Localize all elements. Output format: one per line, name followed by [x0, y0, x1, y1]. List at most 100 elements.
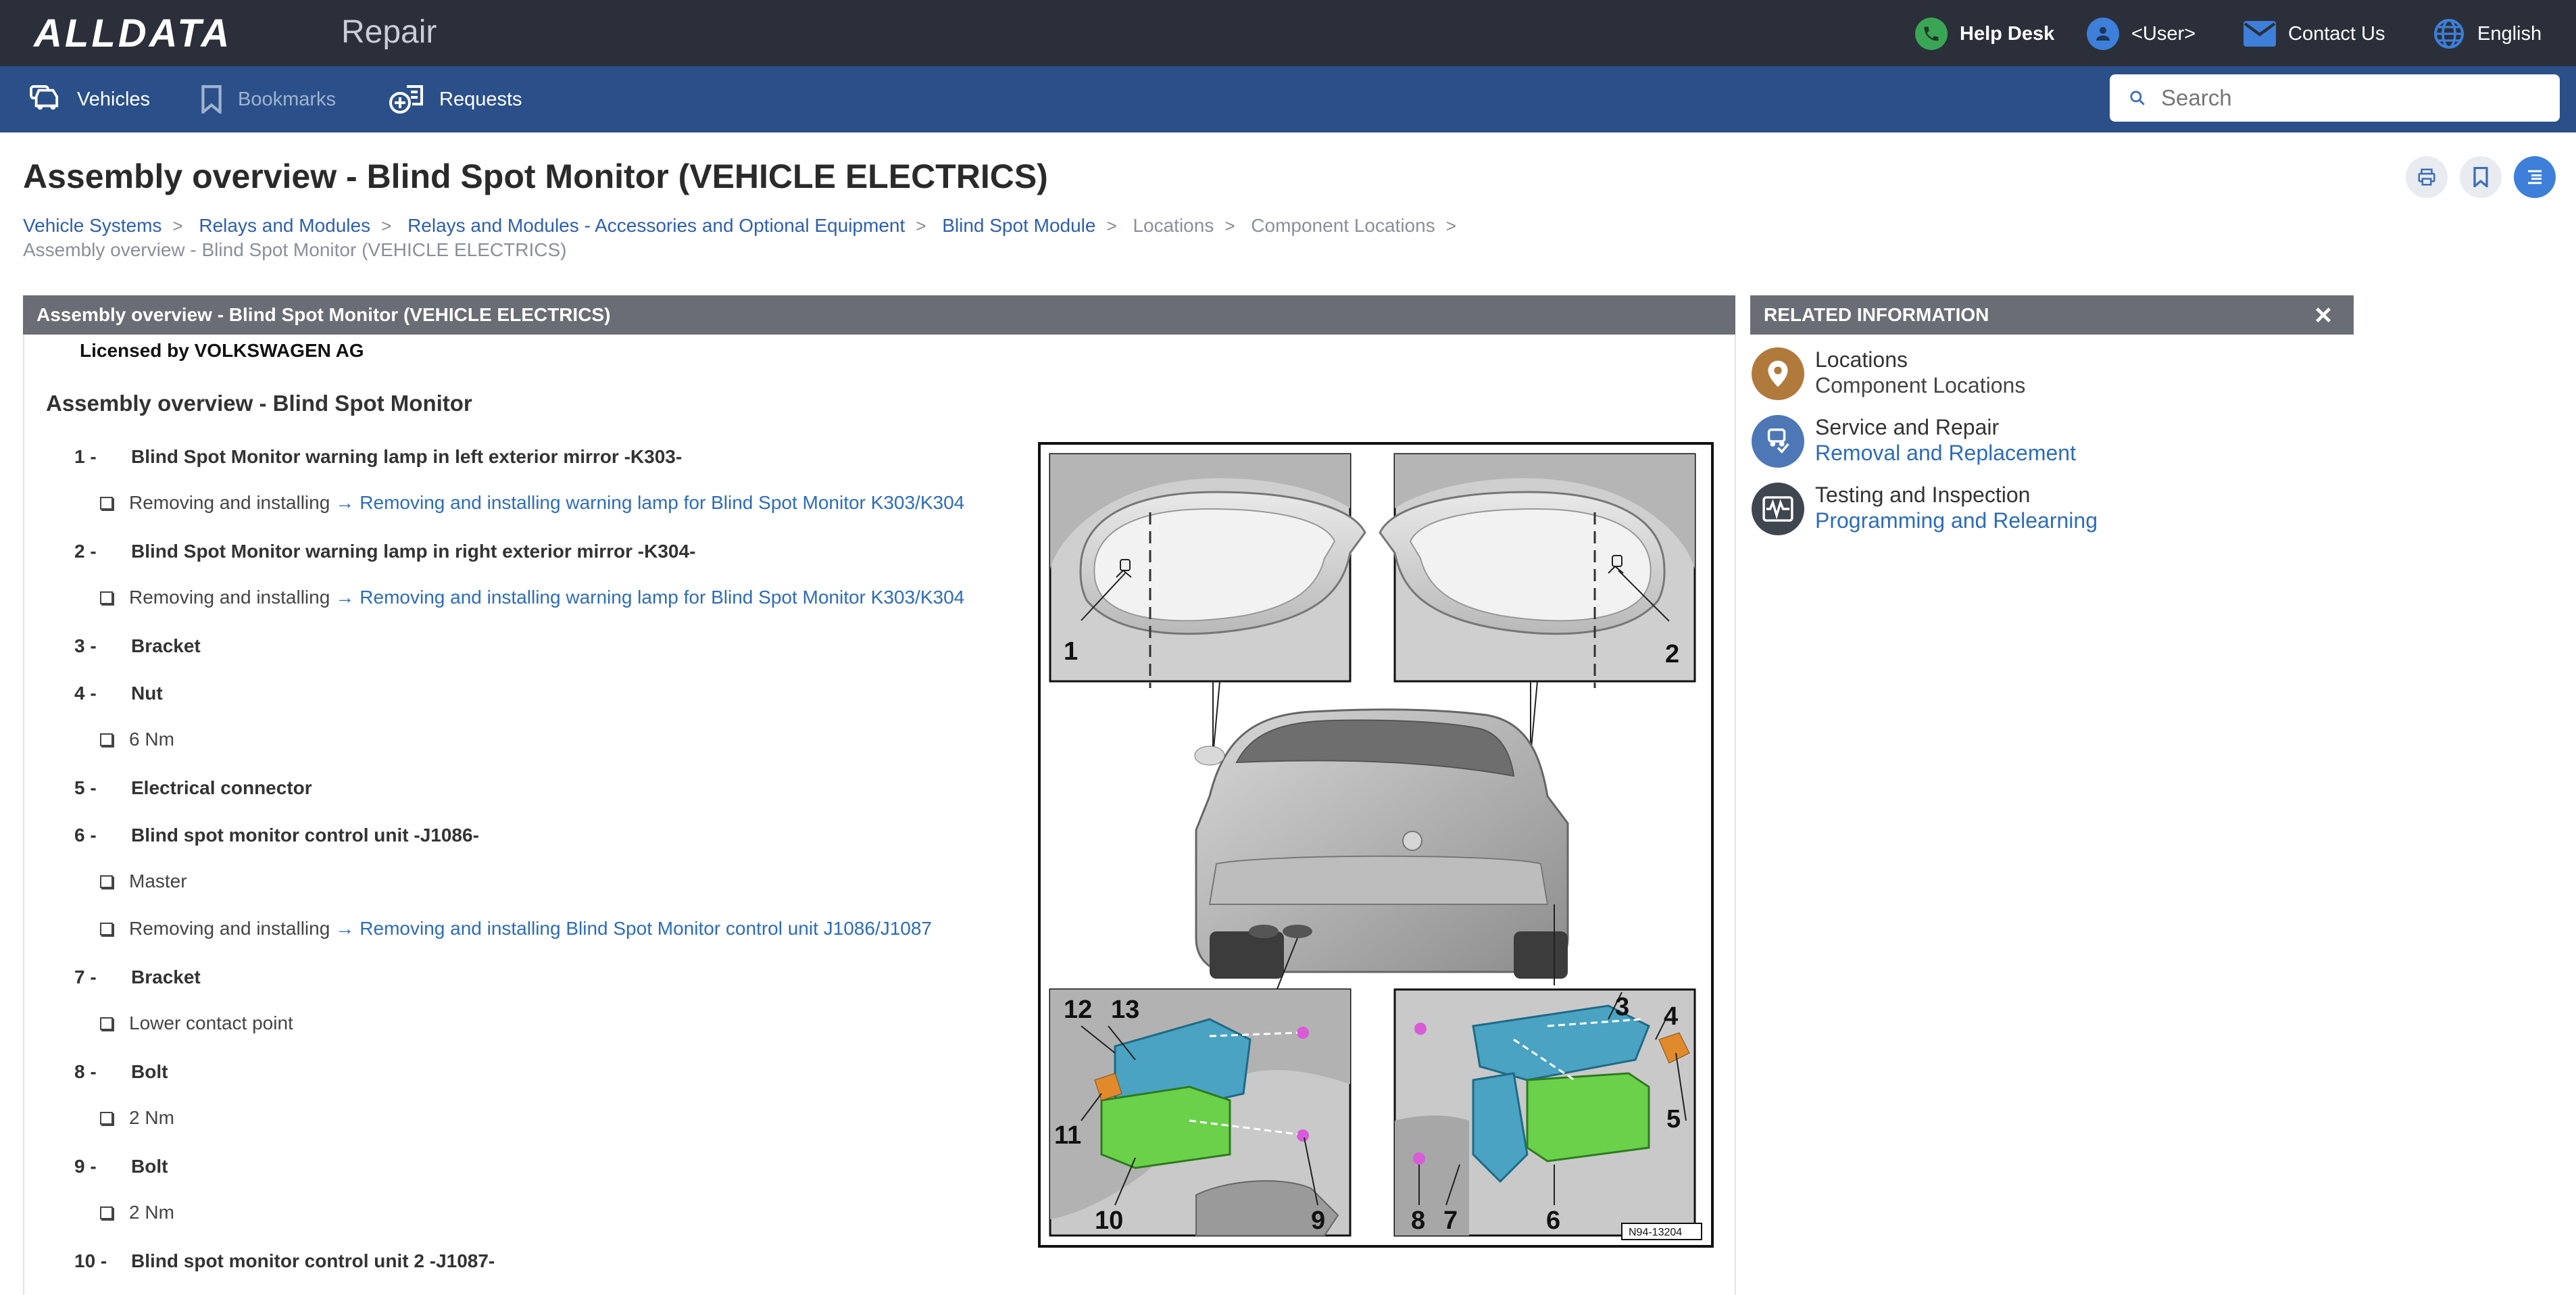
item-label: Bracket	[131, 967, 201, 987]
item-number: 4 -	[74, 683, 97, 704]
search-input[interactable]	[2160, 84, 2541, 112]
torque-value: 6 Nm	[129, 729, 174, 750]
breadcrumb-vehicle-systems[interactable]: Vehicle Systems	[23, 215, 162, 236]
arrow-right-icon: →	[335, 492, 355, 513]
chevron-right-icon: >	[1445, 216, 1456, 236]
panel-divider	[1735, 335, 1736, 1295]
item-number: 10 -	[74, 1250, 107, 1271]
callout-label: 11	[1054, 1121, 1081, 1150]
bookmark-button[interactable]	[2460, 156, 2502, 198]
vehicles-icon	[30, 85, 59, 110]
item-number: 2 -	[74, 541, 97, 562]
arrow-right-icon: →	[335, 587, 355, 608]
user-name: <User>	[2131, 22, 2196, 45]
nav-requests[interactable]: Requests	[389, 84, 522, 115]
globe-icon	[2433, 18, 2465, 50]
checkbox-bullet-icon	[100, 1017, 113, 1030]
checkbox-bullet-icon	[100, 591, 113, 604]
callout-label: 8	[1411, 1206, 1425, 1235]
related-item-service: Service and Repair Removal and Replaceme…	[1752, 415, 2360, 472]
license-notice: Licensed by VOLKSWAGEN AG	[80, 340, 364, 361]
location-pin-icon	[1752, 347, 1804, 400]
callout-label: 5	[1666, 1105, 1681, 1133]
callout-label: 4	[1664, 1002, 1678, 1031]
procedure-link[interactable]: Removing and installing warning lamp for…	[360, 492, 964, 514]
testing-waveform-icon	[1752, 483, 1804, 535]
item-label: Bolt	[131, 1156, 168, 1177]
related-link[interactable]: Removal and Replacement	[1815, 441, 2076, 466]
item-number: 8 -	[74, 1061, 97, 1082]
breadcrumb-blind-spot-module[interactable]: Blind Spot Module	[942, 215, 1095, 236]
item-number: 3 -	[74, 635, 97, 656]
arrow-right-icon: →	[335, 918, 355, 939]
article-header: Assembly overview - Blind Spot Monitor (…	[23, 295, 1735, 335]
nav-bookmarks[interactable]: Bookmarks	[200, 84, 336, 115]
user-menu[interactable]: <User>	[2087, 14, 2196, 54]
bookmark-icon	[201, 85, 222, 114]
callout-label: 6	[1546, 1206, 1560, 1235]
nav-vehicles[interactable]: Vehicles	[28, 84, 150, 115]
related-info-toggle-button[interactable]	[2514, 156, 2556, 198]
search-box[interactable]	[2110, 74, 2560, 122]
car-rear-view	[1194, 708, 1569, 989]
list-icon	[2528, 170, 2542, 185]
related-link[interactable]: Programming and Relearning	[1815, 508, 2098, 533]
nav-requests-label: Requests	[439, 88, 522, 110]
language-label: English	[2477, 22, 2542, 45]
user-icon	[2087, 18, 2119, 50]
top-bar: ALLDATA Repair Help Desk <User> Contact …	[0, 0, 2576, 66]
chevron-right-icon: >	[916, 216, 926, 236]
torque-value: 2 Nm	[129, 1107, 174, 1128]
print-icon	[2418, 168, 2435, 186]
contact-us-link[interactable]: Contact Us	[2244, 14, 2385, 54]
help-desk-link[interactable]: Help Desk	[1915, 14, 2054, 54]
close-button[interactable]	[2310, 301, 2337, 328]
sub-text: Lower contact point	[129, 1012, 293, 1033]
breadcrumb: Vehicle Systems > Relays and Modules > Rel…	[23, 214, 1496, 262]
procedure-link[interactable]: Removing and installing Blind Spot Monit…	[360, 918, 932, 939]
sub-item: Removing and installing → Removing and ins…	[100, 492, 964, 514]
sub-item: 2 Nm	[100, 1202, 174, 1223]
related-category: Testing and Inspection	[1815, 483, 2031, 507]
contact-us-label: Contact Us	[2288, 22, 2385, 45]
breadcrumb-component-locations[interactable]: Component Locations	[1251, 215, 1435, 236]
related-info-header: RELATED INFORMATION	[1750, 295, 2354, 335]
breadcrumb-locations[interactable]: Locations	[1133, 215, 1214, 236]
related-category: Service and Repair	[1815, 415, 2000, 439]
callout-label: 7	[1443, 1206, 1458, 1235]
nav-vehicles-label: Vehicles	[77, 88, 151, 110]
sub-text: Removing and installing	[129, 587, 330, 608]
item-label: Nut	[131, 683, 163, 704]
chevron-right-icon: >	[172, 216, 183, 236]
checkbox-bullet-icon	[100, 922, 113, 935]
page-title: Assembly overview - Blind Spot Monitor (…	[23, 157, 1048, 195]
item-label: Blind Spot Monitor warning lamp in right…	[131, 541, 696, 562]
print-button[interactable]	[2406, 156, 2448, 198]
item-label: Blind spot monitor control unit -J1086-	[131, 825, 479, 846]
right-mirror-inset	[1379, 453, 1696, 688]
sub-item: Removing and installing → Removing and ins…	[100, 587, 964, 608]
chevron-right-icon: >	[1224, 216, 1235, 236]
related-category: Locations	[1815, 347, 1908, 372]
checkbox-bullet-icon	[100, 875, 113, 888]
alldata-logo[interactable]: ALLDATA	[34, 11, 232, 56]
breadcrumb-relays-modules[interactable]: Relays and Modules	[199, 215, 370, 236]
bookmark-icon	[2473, 167, 2488, 187]
section-title: Assembly overview - Blind Spot Monitor	[46, 391, 472, 416]
related-item-locations: Locations Component Locations	[1752, 347, 2360, 404]
close-icon	[2316, 308, 2331, 322]
procedure-link[interactable]: Removing and installing warning lamp for…	[360, 587, 964, 608]
sub-text: Removing and installing	[129, 918, 330, 939]
sub-item: Lower contact point	[100, 1012, 293, 1034]
related-item-testing: Testing and Inspection Programming and R…	[1752, 483, 2360, 539]
sub-item: Removing and installing → Removing and ins…	[100, 918, 932, 939]
breadcrumb-accessories[interactable]: Relays and Modules - Accessories and Opt…	[407, 215, 905, 236]
language-selector[interactable]: English	[2433, 14, 2542, 54]
assembly-diagram[interactable]: 1 2 3 4 5 6 7 8 9 10 11 12 13 N94-13204	[1038, 442, 1714, 1248]
callout-label: 9	[1311, 1206, 1325, 1235]
mail-icon	[2244, 18, 2276, 50]
figure-reference: N94-13204	[1629, 1227, 1682, 1238]
help-desk-label: Help Desk	[1960, 22, 2055, 45]
related-link[interactable]: Component Locations	[1815, 373, 2025, 398]
checkbox-bullet-icon	[100, 1206, 113, 1219]
